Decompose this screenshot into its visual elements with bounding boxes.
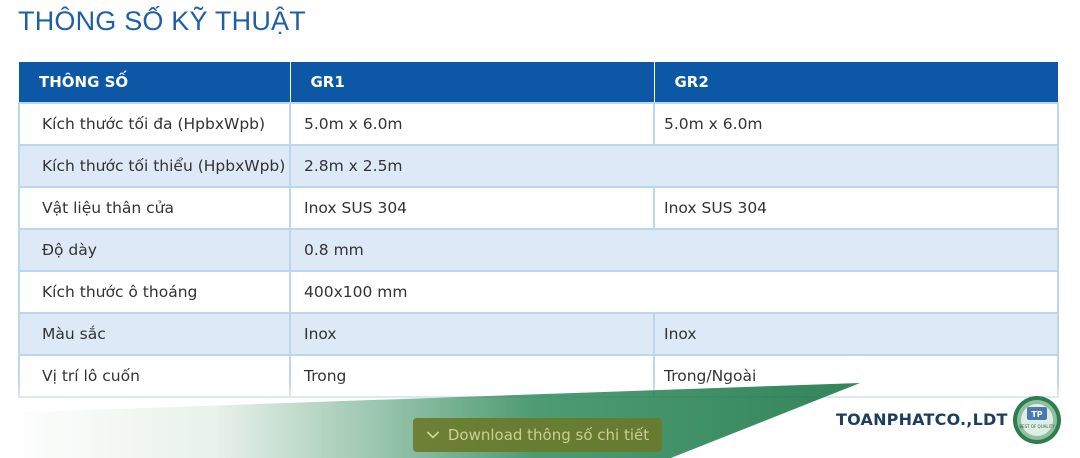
row-label: Kích thước ô thoáng	[18, 270, 291, 314]
brand-logo-initials: TP	[1031, 410, 1042, 419]
cell-gr1-gr2: 2.8m x 2.5m	[289, 144, 1059, 188]
table-row: Màu sắc Inox Inox	[18, 312, 1059, 356]
table-row: Kích thước ô thoáng 400x100 mm	[18, 270, 1059, 314]
table-header-row: THÔNG SỐ GR1 GR2	[19, 62, 1058, 103]
chevron-down-icon	[426, 431, 439, 439]
header-gr1: GR1	[290, 62, 655, 103]
cell-gr2: 5.0m x 6.0m	[653, 102, 1059, 146]
row-label: Vật liệu thân cửa	[18, 186, 291, 230]
brand-logo-text: BEST OF QUALITY	[1019, 424, 1055, 429]
row-label: Kích thước tối thiểu (HpbxWpb)	[18, 144, 291, 188]
row-label: Độ dày	[18, 228, 291, 272]
brand-name: TOANPHATCO.,LDT	[836, 410, 1008, 429]
cell-gr1-gr2: 400x100 mm	[289, 270, 1059, 314]
cell-gr1-gr2: 0.8 mm	[289, 228, 1059, 272]
page-title: THÔNG SỐ KỸ THUẬT	[18, 6, 306, 36]
spec-table: THÔNG SỐ GR1 GR2 Kích thước tối đa (Hpbx…	[18, 62, 1059, 398]
table-row: Độ dày 0.8 mm	[18, 228, 1059, 272]
cell-gr2: Inox	[653, 312, 1059, 356]
download-button-label: Download thông số chi tiết	[447, 426, 650, 444]
table-row: Kích thước tối thiểu (HpbxWpb) 2.8m x 2.…	[18, 144, 1059, 188]
header-gr2: GR2	[654, 62, 1058, 103]
brand-logo: TP BEST OF QUALITY	[1013, 396, 1061, 444]
row-label: Màu sắc	[18, 312, 291, 356]
row-label: Kích thước tối đa (HpbxWpb)	[18, 102, 291, 146]
download-spec-button[interactable]: Download thông số chi tiết	[413, 418, 662, 452]
cell-gr1: Inox SUS 304	[289, 186, 655, 230]
cell-gr2: Inox SUS 304	[653, 186, 1059, 230]
table-row: Vật liệu thân cửa Inox SUS 304 Inox SUS …	[18, 186, 1059, 230]
cell-gr1: Inox	[289, 312, 655, 356]
table-row: Kích thước tối đa (HpbxWpb) 5.0m x 6.0m …	[18, 102, 1059, 146]
header-parameter: THÔNG SỐ	[19, 62, 291, 103]
cell-gr1: 5.0m x 6.0m	[289, 102, 655, 146]
